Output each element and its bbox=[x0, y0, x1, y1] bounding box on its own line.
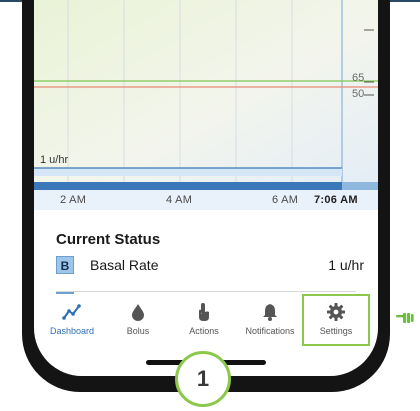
time-tick: 2 AM bbox=[60, 194, 87, 206]
current-time: 7:06 AM bbox=[314, 194, 358, 206]
tab-label: Bolus bbox=[126, 326, 150, 336]
basal-rate-value: 1 u/hr bbox=[328, 257, 364, 273]
step-number-badge: 1 bbox=[175, 351, 231, 407]
gear-icon bbox=[327, 303, 345, 321]
glucose-chart: 65 50 1 u/hr bbox=[34, 0, 378, 210]
time-tick: 6 AM bbox=[272, 194, 299, 206]
tab-settings[interactable]: Settings bbox=[302, 294, 370, 346]
divider bbox=[56, 291, 356, 292]
drop-icon bbox=[132, 304, 144, 321]
high-threshold-label: 65 bbox=[352, 72, 365, 84]
chart-background bbox=[34, 0, 378, 190]
basal-rate-row[interactable]: B Basal Rate 1 u/hr bbox=[56, 256, 364, 278]
bell-icon bbox=[263, 304, 277, 321]
time-tick: 4 AM bbox=[166, 194, 193, 206]
tab-label: Notifications bbox=[245, 326, 295, 336]
hand-icon bbox=[199, 303, 209, 321]
scroll-bar bbox=[34, 182, 342, 190]
tab-label: Actions bbox=[189, 326, 219, 336]
tab-bar: Dashboard Bolus Actions Notifications Se… bbox=[34, 294, 378, 346]
scroll-bar-track bbox=[342, 182, 378, 190]
tab-actions[interactable]: Actions bbox=[172, 296, 236, 344]
tab-label: Dashboard bbox=[49, 326, 95, 336]
current-status-title: Current Status bbox=[56, 231, 161, 248]
time-axis[interactable]: 2 AM 4 AM 6 AM 7:06 AM bbox=[34, 190, 378, 210]
dashboard-icon bbox=[62, 304, 81, 320]
tab-bolus[interactable]: Bolus bbox=[106, 296, 170, 344]
tab-notifications[interactable]: Notifications bbox=[238, 296, 302, 344]
basal-rate-band bbox=[34, 168, 342, 176]
pointing-hand-icon bbox=[396, 313, 414, 323]
basal-rate-label: 1 u/hr bbox=[40, 154, 69, 166]
basal-rate-label: Basal Rate bbox=[90, 257, 159, 273]
tab-dashboard[interactable]: Dashboard bbox=[40, 296, 104, 344]
basal-badge: B bbox=[56, 256, 74, 274]
phone-screen: 65 50 1 u/hr 2 AM 4 AM 6 AM 7:06 AM Curr… bbox=[34, 0, 378, 376]
low-threshold-label: 50 bbox=[352, 88, 365, 100]
tab-label: Settings bbox=[319, 326, 353, 336]
chart-plot bbox=[34, 0, 378, 190]
